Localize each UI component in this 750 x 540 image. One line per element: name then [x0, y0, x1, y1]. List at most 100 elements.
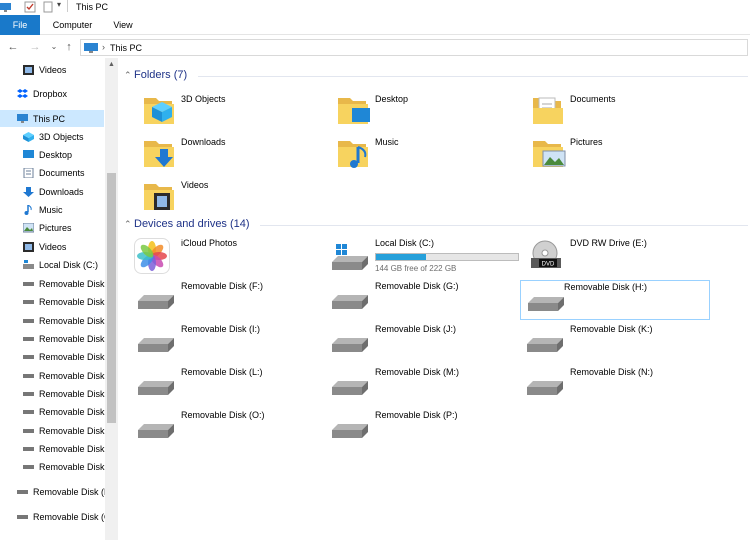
- removable-disk-icon: [528, 297, 564, 311]
- folder-desktop[interactable]: Desktop: [318, 88, 508, 128]
- address-bar-row: ← → ⌄ ↑ › This PC: [0, 36, 750, 58]
- removable-disk-icon: [138, 295, 174, 309]
- removable-disk-icon: [138, 381, 174, 395]
- removable-disk-icon: [17, 515, 28, 519]
- disk-usage-fill: [376, 254, 426, 260]
- removable-disk-icon: [332, 381, 368, 395]
- navigation-pane: Videos Dropbox This PC 3D Objects Deskto…: [0, 58, 118, 540]
- folder-3d-objects[interactable]: 3D Objects: [124, 88, 314, 128]
- drive-removable-f[interactable]: Removable Disk (F:): [124, 275, 314, 315]
- tab-view[interactable]: View: [105, 15, 141, 35]
- pictures-folder-icon: [533, 141, 566, 167]
- new-folder-icon[interactable]: [42, 1, 54, 13]
- sidebar-scrollbar[interactable]: ▲: [105, 58, 118, 540]
- drive-removable-h[interactable]: Removable Disk (H:): [520, 280, 710, 320]
- removable-disk-icon: [17, 490, 28, 494]
- scrollbar-thumb[interactable]: [107, 173, 116, 423]
- folder-music[interactable]: Music: [318, 131, 508, 171]
- drive-removable-m[interactable]: Removable Disk (M:): [318, 361, 508, 401]
- title-separator: [67, 0, 68, 12]
- forward-arrow-icon[interactable]: →: [29, 41, 41, 53]
- local-disk-icon: [23, 260, 34, 269]
- breadcrumb-chevron-icon[interactable]: ›: [102, 42, 105, 52]
- drive-removable-g[interactable]: Removable Disk (G:): [318, 275, 508, 315]
- folder-pictures[interactable]: Pictures: [513, 131, 703, 171]
- this-pc-icon: [17, 114, 28, 123]
- scroll-up-icon[interactable]: ▲: [108, 61, 115, 68]
- removable-disk-icon: [23, 300, 34, 304]
- documents-icon: [23, 168, 34, 178]
- drive-dvd-rw-e[interactable]: DVD DVD RW Drive (E:): [513, 232, 703, 272]
- content-pane: ⌃ Folders (7) 3D Objects Desktop Document…: [118, 58, 750, 540]
- removable-disk-icon: [527, 381, 563, 395]
- disk-usage-bar: [375, 253, 519, 261]
- folder-videos[interactable]: Videos: [124, 174, 314, 214]
- pictures-icon: [23, 223, 34, 233]
- removable-disk-icon: [138, 424, 174, 438]
- dropbox-icon: [17, 89, 28, 98]
- removable-disk-icon: [138, 338, 174, 352]
- drive-local-disk-c[interactable]: Local Disk (C:) 144 GB free of 222 GB: [318, 232, 519, 273]
- svg-text:DVD: DVD: [542, 262, 555, 268]
- drive-removable-p[interactable]: Removable Disk (P:): [318, 404, 508, 444]
- icloud-photos-icon: [134, 238, 170, 274]
- removable-disk-icon: [527, 338, 563, 352]
- recent-locations-chevron-icon[interactable]: ⌄: [48, 41, 60, 53]
- drive-removable-n[interactable]: Removable Disk (N:): [513, 361, 703, 401]
- group-divider: [260, 225, 748, 226]
- local-disk-icon: [332, 244, 368, 270]
- folder-downloads[interactable]: Downloads: [124, 131, 314, 171]
- folder-documents[interactable]: Documents: [513, 88, 703, 128]
- tab-computer[interactable]: Computer: [45, 15, 100, 35]
- 3d-objects-folder-icon: [144, 98, 174, 124]
- removable-disk-icon: [23, 282, 34, 286]
- removable-disk-icon: [23, 429, 34, 433]
- removable-disk-icon: [23, 410, 34, 414]
- removable-disk-icon: [23, 355, 34, 359]
- downloads-icon: [23, 187, 34, 197]
- collapse-chevron-icon[interactable]: ⌃: [124, 70, 134, 81]
- back-arrow-icon[interactable]: ←: [7, 41, 19, 53]
- this-pc-icon: [0, 3, 11, 12]
- window-title: This PC: [76, 2, 109, 12]
- properties-icon[interactable]: [24, 1, 36, 13]
- up-arrow-icon[interactable]: ↑: [63, 41, 75, 53]
- downloads-folder-icon: [144, 141, 174, 167]
- videos-icon: [23, 242, 34, 252]
- removable-disk-icon: [332, 338, 368, 352]
- dvd-drive-icon: DVD: [531, 240, 561, 268]
- disk-free-text: 144 GB free of 222 GB: [375, 264, 457, 273]
- drive-removable-j[interactable]: Removable Disk (J:): [318, 318, 508, 358]
- removable-disk-icon: [332, 295, 368, 309]
- documents-folder-icon: [533, 97, 563, 124]
- removable-disk-icon: [23, 337, 34, 341]
- ribbon: File Computer View: [0, 15, 750, 35]
- videos-folder-icon: [144, 184, 174, 210]
- music-icon: [24, 205, 32, 215]
- removable-disk-icon: [332, 424, 368, 438]
- removable-disk-icon: [23, 374, 34, 378]
- drive-removable-l[interactable]: Removable Disk (L:): [124, 361, 314, 401]
- devices-group-header[interactable]: ⌃ Devices and drives (14): [124, 218, 250, 230]
- removable-disk-icon: [23, 392, 34, 396]
- folders-group-header[interactable]: ⌃ Folders (7): [124, 69, 187, 81]
- removable-disk-icon: [23, 447, 34, 451]
- desktop-folder-icon: [338, 98, 370, 124]
- address-field[interactable]: › This PC: [80, 39, 748, 56]
- desktop-icon: [23, 150, 34, 158]
- music-folder-icon: [338, 141, 368, 168]
- group-divider: [198, 76, 748, 77]
- 3d-objects-icon: [23, 132, 34, 142]
- collapse-chevron-icon[interactable]: ⌃: [124, 219, 134, 230]
- title-bar: ▾ This PC: [0, 0, 750, 15]
- drive-removable-o[interactable]: Removable Disk (O:): [124, 404, 314, 444]
- removable-disk-icon: [23, 319, 34, 323]
- videos-icon: [23, 65, 34, 75]
- removable-disk-icon: [23, 465, 34, 469]
- drive-removable-k[interactable]: Removable Disk (K:): [513, 318, 703, 358]
- this-pc-icon: [84, 43, 98, 53]
- drive-icloud-photos[interactable]: iCloud Photos: [124, 232, 314, 274]
- drive-removable-i[interactable]: Removable Disk (I:): [124, 318, 314, 358]
- tab-file[interactable]: File: [0, 15, 40, 35]
- breadcrumb-this-pc[interactable]: This PC: [110, 43, 142, 53]
